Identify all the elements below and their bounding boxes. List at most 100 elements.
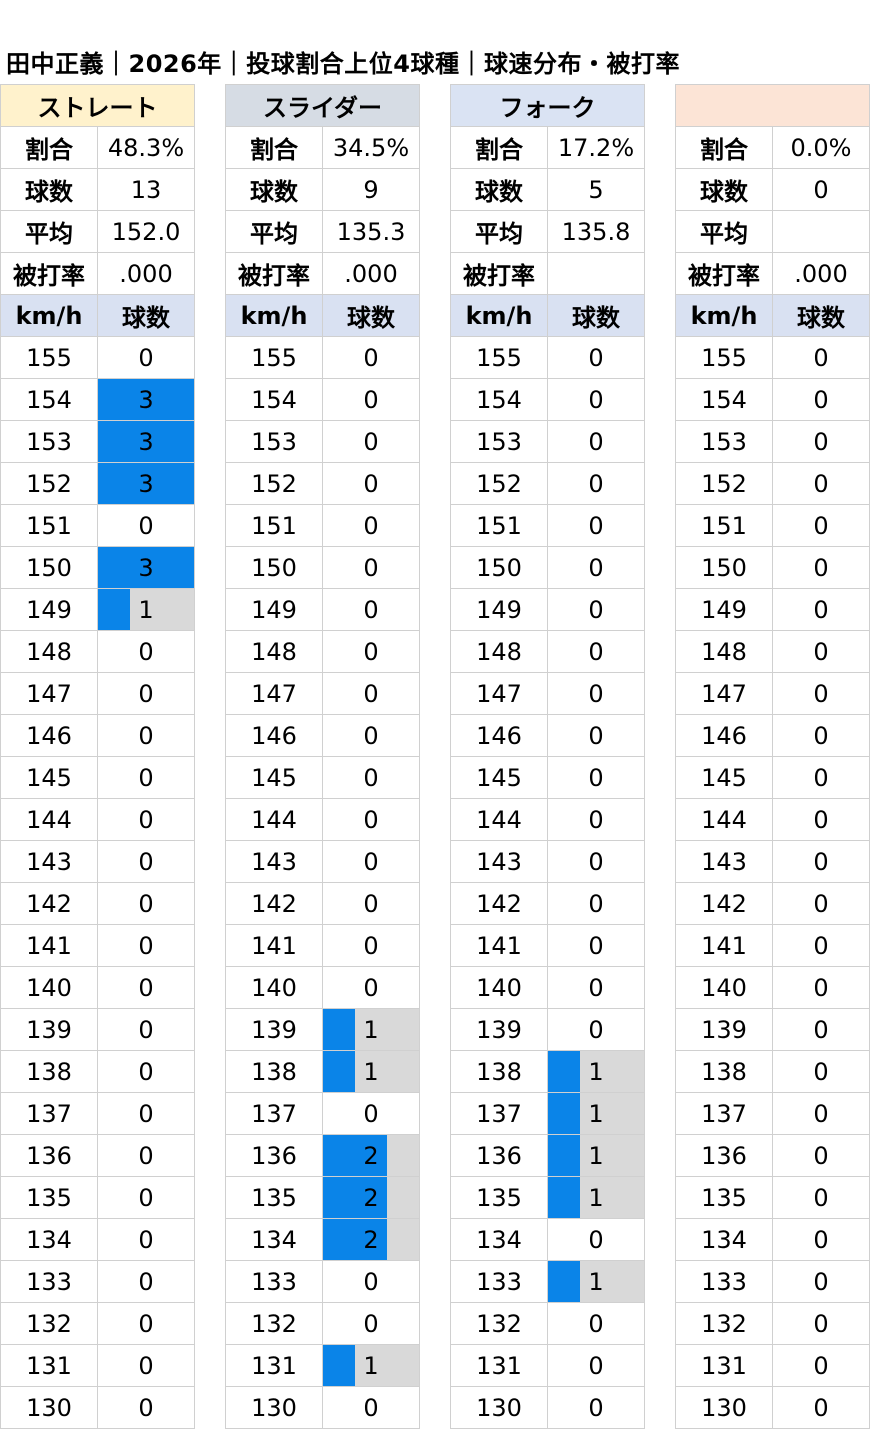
count-cell: 0 [97, 756, 195, 799]
count-value: 0 [588, 469, 604, 498]
speed-value: 133 [225, 1260, 323, 1303]
speed-row: 133 0 [0, 1260, 195, 1303]
speed-value: 142 [0, 882, 98, 925]
stat-count-row: 球数 13 [0, 168, 195, 211]
count-cell: 3 [97, 546, 195, 589]
speed-value: 153 [225, 420, 323, 463]
speed-value: 154 [0, 378, 98, 421]
speed-value: 147 [675, 672, 773, 715]
count-header: 球数 [547, 294, 645, 337]
speed-header: km/h [225, 294, 323, 337]
count-value: 0 [363, 1309, 379, 1338]
count-cell: 0 [97, 1050, 195, 1093]
count-header: 球数 [772, 294, 870, 337]
speed-value: 153 [675, 420, 773, 463]
stat-batting-avg-value: .000 [97, 252, 195, 295]
count-value: 0 [363, 721, 379, 750]
stat-batting-avg-value: .000 [772, 252, 870, 295]
speed-row: 145 0 [225, 756, 420, 799]
count-value: 0 [363, 511, 379, 540]
speed-value: 155 [675, 336, 773, 379]
pitch-table: 割合 0.0% 球数 0 平均 被打率 .000 km/h 球数 155 0 1… [675, 84, 870, 1429]
stat-ratio-value: 48.3% [97, 126, 195, 169]
count-value: 0 [813, 469, 829, 498]
speed-value: 153 [450, 420, 548, 463]
count-value: 0 [363, 763, 379, 792]
speed-value: 145 [450, 756, 548, 799]
count-value: 0 [138, 679, 154, 708]
speed-value: 151 [0, 504, 98, 547]
count-cell: 0 [97, 1134, 195, 1177]
stat-count-row: 球数 0 [675, 168, 870, 211]
count-value: 0 [138, 973, 154, 1002]
speed-value: 149 [225, 588, 323, 631]
count-cell: 0 [322, 840, 420, 883]
speed-value: 144 [675, 798, 773, 841]
speed-row: 154 0 [675, 378, 870, 421]
speed-row: 155 0 [225, 336, 420, 379]
speed-value: 146 [0, 714, 98, 757]
stat-avg-value: 135.8 [547, 210, 645, 253]
speed-value: 152 [450, 462, 548, 505]
speed-value: 139 [450, 1008, 548, 1051]
speed-value: 140 [675, 966, 773, 1009]
speed-row: 155 0 [0, 336, 195, 379]
speed-row: 135 0 [675, 1176, 870, 1219]
count-cell: 0 [772, 882, 870, 925]
count-value: 0 [138, 511, 154, 540]
count-value: 3 [138, 427, 154, 456]
stat-ratio-value: 34.5% [322, 126, 420, 169]
count-cell: 0 [772, 1218, 870, 1261]
speed-value: 154 [225, 378, 323, 421]
count-cell: 0 [547, 1386, 645, 1429]
count-cell: 0 [772, 1302, 870, 1345]
speed-row: 130 0 [675, 1386, 870, 1429]
speed-row: 138 0 [675, 1050, 870, 1093]
speed-row: 141 0 [0, 924, 195, 967]
count-cell: 0 [97, 966, 195, 1009]
count-value: 0 [138, 805, 154, 834]
count-value: 0 [138, 1351, 154, 1380]
count-value: 2 [363, 1225, 379, 1254]
count-cell: 0 [97, 672, 195, 715]
count-value: 0 [588, 1351, 604, 1380]
speed-row: 145 0 [450, 756, 645, 799]
speed-value: 138 [0, 1050, 98, 1093]
speed-row: 155 0 [450, 336, 645, 379]
count-value: 0 [813, 1225, 829, 1254]
count-cell: 0 [97, 1302, 195, 1345]
speed-value: 149 [0, 588, 98, 631]
count-cell: 3 [97, 420, 195, 463]
count-cell: 0 [322, 546, 420, 589]
stat-ratio-label: 割合 [675, 126, 773, 169]
count-value: 1 [138, 595, 154, 624]
speed-value: 148 [0, 630, 98, 673]
count-value: 0 [813, 343, 829, 372]
count-bar [548, 1261, 580, 1302]
speed-value: 136 [0, 1134, 98, 1177]
speed-row: 155 0 [675, 336, 870, 379]
count-value: 0 [813, 889, 829, 918]
speed-row: 133 1 [450, 1260, 645, 1303]
speed-value: 140 [450, 966, 548, 1009]
speed-row: 149 0 [675, 588, 870, 631]
count-cell: 0 [97, 336, 195, 379]
stat-ratio-row: 割合 17.2% [450, 126, 645, 169]
stat-ratio-value: 17.2% [547, 126, 645, 169]
speed-row: 134 0 [675, 1218, 870, 1261]
speed-value: 147 [450, 672, 548, 715]
count-cell: 0 [97, 1176, 195, 1219]
count-cell: 1 [97, 588, 195, 631]
count-value: 0 [588, 427, 604, 456]
count-value: 0 [588, 889, 604, 918]
speed-row: 131 0 [675, 1344, 870, 1387]
count-cell: 0 [322, 756, 420, 799]
count-cell: 0 [547, 714, 645, 757]
stat-ratio-row: 割合 48.3% [0, 126, 195, 169]
count-value: 0 [813, 1267, 829, 1296]
speed-value: 149 [450, 588, 548, 631]
count-value: 0 [138, 1267, 154, 1296]
count-cell: 0 [97, 840, 195, 883]
speed-row: 142 0 [675, 882, 870, 925]
count-cell: 0 [322, 798, 420, 841]
